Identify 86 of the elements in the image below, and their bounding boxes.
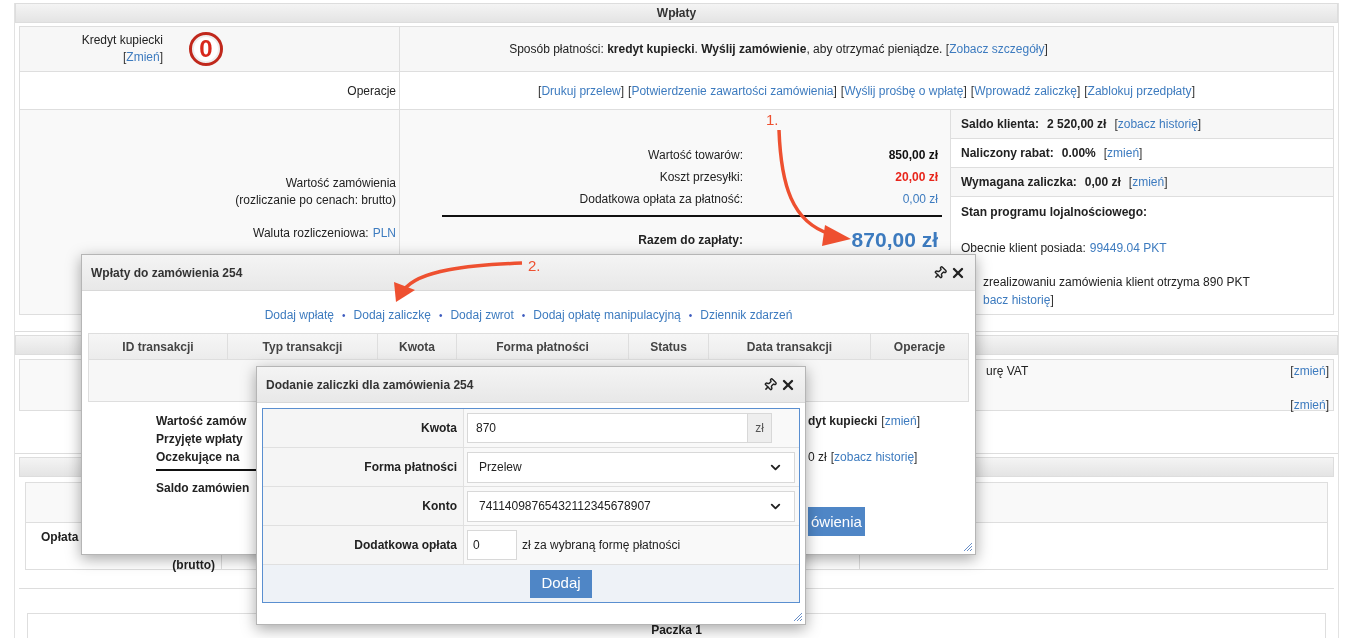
package-title: Paczka 1 [651, 624, 702, 638]
summary-label: Oczekujące na [156, 449, 241, 466]
form-label: Konto [422, 498, 457, 515]
add-button[interactable]: Dodaj [530, 569, 592, 598]
dialog-title: Wpłaty do zamówienia 254 [91, 264, 243, 282]
operation-link[interactable]: [Wyślij prośbę o wpłatę] [840, 81, 967, 100]
action-link[interactable]: Dodaj zaliczkę [353, 306, 431, 324]
select-field[interactable]: Przelew [467, 451, 795, 483]
summary-label: Przyjęte wpłaty [156, 431, 244, 448]
client-link[interactable]: [zmień] [1103, 144, 1143, 162]
operation-link[interactable]: [Wprowadź zaliczkę] [970, 81, 1081, 100]
client-link[interactable]: [zmień] [1128, 173, 1168, 191]
client-value: 0.00% [1061, 145, 1096, 162]
column-header: Status [629, 334, 709, 359]
field-note: (rozliczanie po cenach: brutto) [235, 192, 396, 209]
separator: • [688, 308, 693, 323]
summary-label: Saldo zamówien [156, 481, 250, 495]
column-header: Data transakcji [709, 334, 871, 359]
payment-method-text: Sposób płatności: kredyt kupiecki. Wyślij zamówienie, aby otrzymać pieniądze. [Zobacz szczegóły] [509, 41, 1048, 58]
currency-link[interactable]: PLN [372, 225, 396, 242]
details-link[interactable]: [Zobacz szczegóły] [945, 42, 1048, 56]
action-link[interactable]: Dodaj zwrot [450, 306, 514, 324]
currency-suffix: zł [748, 413, 772, 443]
dialog-title: Dodanie zaliczki dla zamówienia 254 [266, 376, 474, 394]
total-label: Razem do zapłaty: [637, 232, 743, 249]
field-label: Waluta rozliczeniowa: [253, 225, 369, 242]
field-label: Wartość zamówienia [285, 175, 396, 192]
order-button[interactable]: ówienia [808, 507, 865, 536]
column-header: Operacje [892, 338, 947, 356]
separator: • [342, 308, 346, 323]
section-title: Wpłaty [656, 5, 697, 22]
loyalty-note: zrealizowaniu zamówienia klient otrzyma 890 PKT [983, 274, 1250, 291]
form-label: Forma płatności [364, 459, 457, 476]
client-value: 2 520,00 zł [1047, 116, 1107, 133]
client-label: Saldo klienta: [961, 116, 1040, 133]
resize-handle-icon[interactable] [964, 543, 972, 551]
column-header: Forma płatności [457, 334, 629, 359]
column-header: Kwota [378, 334, 457, 359]
operation-link[interactable]: [Drukuj przelew] [538, 81, 625, 100]
annotation-label: 1. [766, 110, 779, 130]
summary-label: Wartość zamów [156, 413, 248, 430]
loyalty-balance-link[interactable]: 99449.04 PKT [1089, 239, 1167, 257]
client-link[interactable]: [zobacz historię] [1114, 115, 1202, 133]
client-label: Wymagana zaliczka: [961, 174, 1077, 191]
form-label: Dodatkowa opłata [354, 537, 457, 554]
summary-value: 0 zł [808, 449, 827, 466]
column-header: Typ transakcji [228, 334, 378, 359]
column-header: ID transakcji [89, 334, 228, 359]
amount-field[interactable]: 870 [467, 413, 748, 443]
fee-label: Opłata [41, 529, 79, 546]
action-link[interactable]: Dodaj opłatę manipulacyjną [533, 306, 681, 324]
fee-note: zł za wybraną formę płatności [522, 537, 681, 554]
total-value[interactable]: 0,00 zł [743, 190, 938, 208]
total-label: Dodatkowa opłata za płatność: [578, 191, 743, 208]
total-label: Wartość towarów: [647, 147, 743, 164]
separator: • [521, 308, 526, 323]
invoice-text: urę VAT [986, 364, 1029, 378]
history-link[interactable]: [zobacz historię] [830, 448, 918, 466]
operation-link[interactable]: [Zablokuj przedpłaty] [1084, 81, 1195, 100]
action-link[interactable]: Dodaj wpłatę [264, 306, 335, 324]
change-link[interactable]: [zmień] [1290, 362, 1329, 380]
change-link[interactable]: [Zmień] [122, 49, 163, 66]
change-link[interactable]: [zmień] [881, 412, 921, 430]
field-label: Kredyt kupiecki [81, 32, 163, 49]
annotation-label: 2. [528, 256, 541, 276]
field-label: Operacje [347, 82, 396, 100]
change-link[interactable]: [zmień] [1290, 396, 1329, 414]
client-label: Naliczony rabat: [961, 145, 1054, 162]
fee-note: (brutto) [172, 557, 215, 574]
action-link[interactable]: Dziennik zdarzeń [700, 306, 793, 324]
client-value: 0,00 zł [1084, 174, 1121, 191]
summary-value: dyt kupiecki [808, 413, 878, 430]
total-label: Koszt przesyłki: [658, 169, 743, 186]
operation-link[interactable]: [Potwierdzenie zawartości zamówienia] [628, 81, 837, 100]
loyalty-title: Stan programu lojalnościowego: [961, 204, 1149, 221]
total-amount: 870,00 zł [850, 227, 938, 254]
form-label: Kwota [421, 420, 457, 437]
total-value: 20,00 zł [894, 169, 938, 186]
select-field[interactable]: 74114098765432112345678907 [467, 490, 795, 522]
resize-handle-icon[interactable] [794, 613, 802, 621]
loyalty-label: Obecnie klient posiada: [961, 240, 1086, 257]
fee-field[interactable]: 0 [467, 530, 517, 560]
total-value: 850,00 zł [887, 147, 938, 164]
history-link[interactable]: bacz historię] [983, 291, 1054, 309]
credit-badge: 0 [189, 32, 223, 66]
separator: • [438, 308, 443, 323]
